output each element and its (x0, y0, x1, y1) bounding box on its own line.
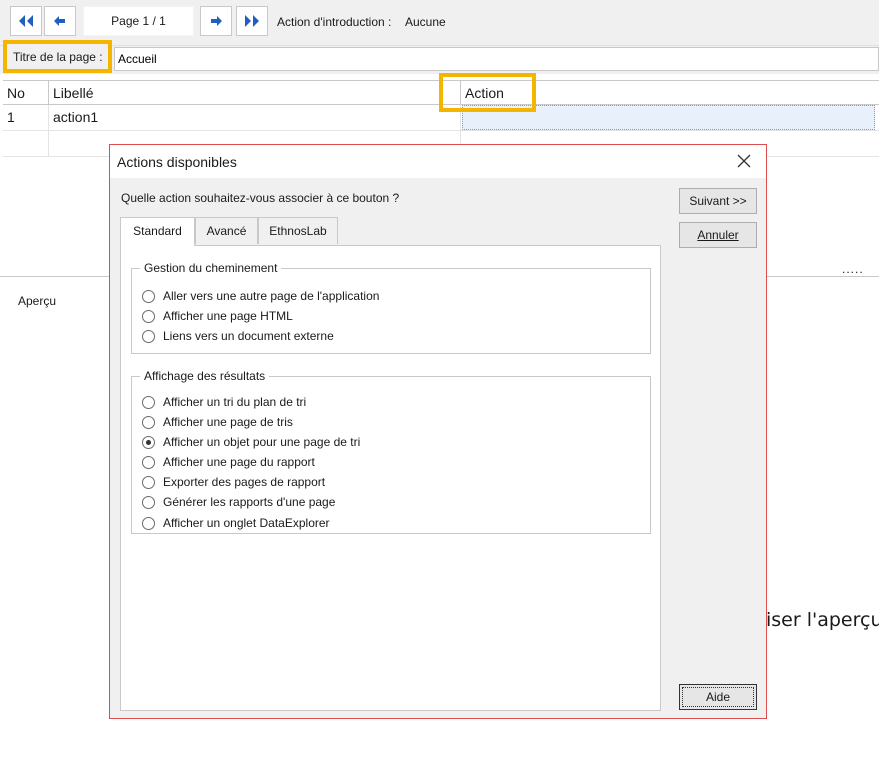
dialog-title: Actions disponibles (117, 154, 237, 170)
radio-label: Afficher une page de tris (163, 415, 293, 429)
dialog-titlebar[interactable]: Actions disponibles (110, 145, 766, 178)
radio-label: Afficher un objet pour une page de tri (163, 435, 361, 449)
cell-no: 1 (3, 105, 49, 130)
intro-action-label: Action d'introduction : (277, 15, 392, 29)
radio-option[interactable]: Aller vers une autre page de l'applicati… (142, 287, 379, 305)
column-header-libelle[interactable]: Libellé (49, 81, 461, 105)
more-dots[interactable]: ..... (842, 262, 864, 276)
radio-option[interactable]: Afficher une page HTML (142, 307, 293, 325)
previous-page-button[interactable] (44, 6, 76, 36)
cell-libelle[interactable]: action1 (49, 105, 461, 130)
navigation-toolbar: Page 1 / 1 Action d'introduction : Aucun… (0, 0, 879, 46)
left-arrow-icon (54, 16, 65, 26)
help-button[interactable]: Aide (679, 684, 757, 710)
radio-label: Afficher un tri du plan de tri (163, 395, 307, 409)
tab-ethnoslab[interactable]: EthnosLab (258, 217, 338, 244)
group-gestion-cheminement: Gestion du cheminement Aller vers une au… (131, 261, 651, 354)
cancel-button[interactable]: Annuler (679, 222, 757, 248)
radio-button[interactable] (142, 309, 155, 323)
next-button[interactable]: Suivant >> (679, 188, 757, 214)
radio-label: Afficher une page HTML (163, 309, 293, 323)
radio-label: Liens vers un document externe (163, 329, 334, 343)
intro-action-value: Aucune (405, 15, 446, 29)
radio-label: Exporter des pages de rapport (163, 475, 326, 489)
double-left-arrow-icon (19, 15, 33, 27)
cancel-button-label: Annuler (697, 228, 739, 242)
preview-partial-text: iser l'aperçu (766, 609, 879, 631)
apercu-label: Aperçu (18, 294, 57, 308)
radio-option[interactable]: Afficher une page de tris (142, 413, 293, 431)
cell-no-empty (3, 131, 49, 156)
group-title: Affichage des résultats (140, 369, 270, 383)
radio-label: Afficher une page du rapport (163, 455, 315, 469)
group-title: Gestion du cheminement (140, 261, 282, 275)
radio-option[interactable]: Liens vers un document externe (142, 327, 334, 345)
column-header-no[interactable]: No (3, 81, 49, 105)
radio-label: Générer les rapports d'une page (163, 495, 336, 509)
next-page-button[interactable] (200, 6, 232, 36)
page-title-label: Titre de la page : (3, 40, 112, 73)
radio-button[interactable] (142, 289, 155, 303)
radio-label: Aller vers une autre page de l'applicati… (163, 289, 380, 303)
close-icon[interactable] (736, 153, 752, 169)
radio-button[interactable] (142, 475, 155, 489)
radio-button[interactable] (142, 495, 155, 509)
group-affichage-resultats: Affichage des résultats Afficher un tri … (131, 369, 651, 534)
radio-option[interactable]: Générer les rapports d'une page (142, 493, 335, 511)
radio-button-checked[interactable] (142, 435, 155, 449)
tab-standard[interactable]: Standard (120, 217, 195, 246)
page-indicator: Page 1 / 1 (83, 6, 194, 36)
tab-panel-standard: Gestion du cheminement Aller vers une au… (120, 245, 661, 711)
radio-option[interactable]: Afficher un tri du plan de tri (142, 393, 306, 411)
radio-button[interactable] (142, 395, 155, 409)
last-page-button[interactable] (236, 6, 268, 36)
page-title-input[interactable] (114, 47, 879, 71)
action-column-highlight (439, 73, 536, 112)
right-arrow-icon (211, 16, 222, 26)
radio-label: Afficher un onglet DataExplorer (163, 516, 330, 530)
radio-button[interactable] (142, 455, 155, 469)
radio-option[interactable]: Afficher une page du rapport (142, 453, 315, 471)
radio-option[interactable]: Afficher un onglet DataExplorer (142, 514, 330, 532)
actions-dialog: Actions disponibles Quelle action souhai… (109, 144, 767, 719)
tab-avance[interactable]: Avancé (195, 217, 258, 244)
first-page-button[interactable] (10, 6, 42, 36)
radio-button[interactable] (142, 415, 155, 429)
dialog-question: Quelle action souhaitez-vous associer à … (121, 191, 400, 205)
radio-option[interactable]: Exporter des pages de rapport (142, 473, 325, 491)
radio-button[interactable] (142, 516, 155, 530)
radio-button[interactable] (142, 329, 155, 343)
page-title-label-text: Titre de la page : (13, 49, 103, 64)
radio-option-selected[interactable]: Afficher un objet pour une page de tri (142, 433, 360, 451)
double-right-arrow-icon (245, 15, 259, 27)
